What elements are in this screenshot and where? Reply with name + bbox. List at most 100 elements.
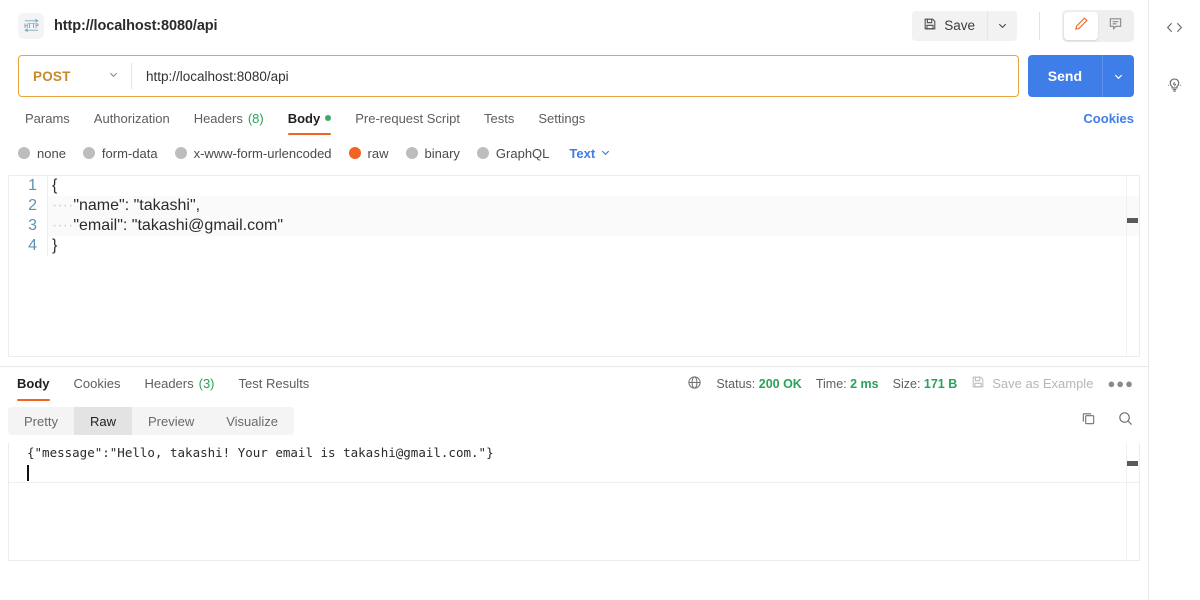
indent-whitespace: ···· xyxy=(52,217,74,234)
request-body-editor[interactable]: 1 { 2 ····"name": "takashi", 3 ····"emai… xyxy=(8,175,1140,357)
line-number: 2 xyxy=(28,197,37,214)
tab-authorization[interactable]: Authorization xyxy=(82,101,182,135)
response-scrollbar[interactable] xyxy=(1126,443,1139,560)
tab-authorization-label: Authorization xyxy=(93,110,170,126)
radio-icon xyxy=(405,147,418,159)
body-type-none-label: none xyxy=(37,145,66,161)
chevron-down-icon xyxy=(600,146,611,161)
editor-scrollbar[interactable] xyxy=(1126,176,1139,356)
size-group: Size: 171 B xyxy=(893,377,958,391)
save-icon xyxy=(923,17,937,34)
body-type-form-data[interactable]: form-data xyxy=(82,146,158,161)
send-button-group: Send xyxy=(1027,55,1134,97)
svg-text:HTTP: HTTP xyxy=(24,23,39,30)
size-value: 171 B xyxy=(923,376,958,391)
comment-icon xyxy=(1108,16,1123,36)
editor-scrollbar-thumb[interactable] xyxy=(1127,218,1138,223)
code-icon[interactable] xyxy=(1160,12,1190,42)
body-type-none[interactable]: none xyxy=(18,146,66,161)
search-icon[interactable] xyxy=(1117,410,1134,432)
code-line: 3 ····"email": "takashi@gmail.com" xyxy=(9,216,1139,236)
copy-icon[interactable] xyxy=(1080,410,1097,432)
response-tab-headers-count: (3) xyxy=(198,376,215,391)
comment-mode-button[interactable] xyxy=(1098,12,1132,40)
line-content: { xyxy=(47,176,1139,196)
send-options-caret[interactable] xyxy=(1102,55,1134,97)
line-code: "name": "takashi", xyxy=(73,197,201,214)
cookies-link[interactable]: Cookies xyxy=(1083,111,1134,126)
response-view-mode-group: Pretty Raw Preview Visualize xyxy=(8,407,295,435)
time-label: Time: xyxy=(815,376,847,391)
save-as-example-button[interactable]: Save as Example xyxy=(971,375,1093,392)
tab-settings-label: Settings xyxy=(538,110,586,126)
status-label: Status: xyxy=(716,376,756,391)
more-options-icon[interactable]: ●●● xyxy=(1107,376,1134,391)
save-options-caret[interactable] xyxy=(987,10,1017,41)
body-type-urlencoded-label: x-www-form-urlencoded xyxy=(193,145,332,161)
tab-headers[interactable]: Headers (8) xyxy=(182,101,276,135)
radio-icon xyxy=(82,147,95,159)
tab-tests[interactable]: Tests xyxy=(472,101,526,135)
line-content: ····"name": "takashi", xyxy=(47,196,1139,216)
save-icon xyxy=(971,375,985,392)
edit-mode-button[interactable] xyxy=(1064,11,1098,40)
tab-settings[interactable]: Settings xyxy=(526,101,597,135)
chevron-down-icon xyxy=(108,67,119,85)
body-format-selector[interactable]: Text xyxy=(569,146,611,161)
method-label: POST xyxy=(33,68,71,84)
body-type-urlencoded[interactable]: x-www-form-urlencoded xyxy=(174,145,332,161)
response-tab-cookies[interactable]: Cookies xyxy=(62,367,133,401)
right-sidebar xyxy=(1148,0,1200,600)
radio-icon xyxy=(18,147,30,159)
text-cursor xyxy=(27,465,29,481)
lightbulb-icon[interactable] xyxy=(1160,70,1190,100)
save-button[interactable]: Save xyxy=(912,10,987,41)
body-type-binary[interactable]: binary xyxy=(405,145,460,161)
code-line: 2 ····"name": "takashi", xyxy=(9,196,1139,216)
radio-icon xyxy=(476,147,489,159)
response-tab-test-results-label: Test Results xyxy=(238,376,310,391)
view-mode-raw[interactable]: Raw xyxy=(73,407,132,435)
radio-icon xyxy=(174,147,187,159)
view-mode-pretty[interactable]: Pretty xyxy=(8,407,74,435)
tab-body-label: Body xyxy=(287,110,321,126)
line-number: 3 xyxy=(28,217,37,234)
response-meta: Status: 200 OK Time: 2 ms Size: 171 B Sa… xyxy=(687,375,1134,393)
tab-pre-request-script-label: Pre-request Script xyxy=(355,110,460,126)
method-selector[interactable]: POST xyxy=(19,56,131,96)
response-tab-headers-label: Headers xyxy=(144,376,194,391)
tab-body[interactable]: Body xyxy=(276,101,344,135)
body-type-raw[interactable]: raw xyxy=(348,146,389,161)
request-tabs: Params Authorization Headers (8) Body Pr… xyxy=(0,101,1148,135)
send-button[interactable]: Send xyxy=(1027,55,1102,97)
status-group: Status: 200 OK xyxy=(716,377,802,391)
response-tabs: Body Cookies Headers (3) Test Results St… xyxy=(0,367,1148,401)
body-type-graphql-label: GraphQL xyxy=(495,145,550,161)
response-action-icons xyxy=(1080,410,1134,432)
response-tab-test-results[interactable]: Test Results xyxy=(227,367,322,401)
body-type-graphql[interactable]: GraphQL xyxy=(476,145,550,161)
main-panel: HTTP http://localhost:8080/api Save POST… xyxy=(0,0,1148,600)
response-scrollbar-thumb[interactable] xyxy=(1127,461,1138,466)
code-line: 4 } xyxy=(9,236,1139,256)
pencil-icon xyxy=(1074,16,1089,36)
response-tab-headers[interactable]: Headers (3) xyxy=(132,367,226,401)
body-type-binary-label: binary xyxy=(424,145,460,161)
response-body-text: {"message":"Hello, takashi! Your email i… xyxy=(27,445,494,460)
body-modified-dot-icon xyxy=(325,115,332,121)
response-tab-cookies-label: Cookies xyxy=(73,376,121,391)
line-content: } xyxy=(47,236,1139,256)
save-as-example-label: Save as Example xyxy=(992,376,1094,391)
tab-pre-request-script[interactable]: Pre-request Script xyxy=(343,101,472,135)
response-body-cursor-line xyxy=(9,463,1139,483)
view-mode-preview[interactable]: Preview xyxy=(132,407,210,435)
tab-params[interactable]: Params xyxy=(13,101,82,135)
radio-selected-icon xyxy=(348,147,361,159)
request-header-bar: HTTP http://localhost:8080/api Save xyxy=(0,0,1148,51)
response-body-viewer[interactable]: {"message":"Hello, takashi! Your email i… xyxy=(8,443,1140,561)
line-number: 4 xyxy=(28,237,37,254)
response-tab-body[interactable]: Body xyxy=(5,367,62,401)
toolbar-divider xyxy=(1039,11,1040,40)
view-mode-visualize[interactable]: Visualize xyxy=(210,407,294,435)
url-input[interactable] xyxy=(132,68,1018,84)
